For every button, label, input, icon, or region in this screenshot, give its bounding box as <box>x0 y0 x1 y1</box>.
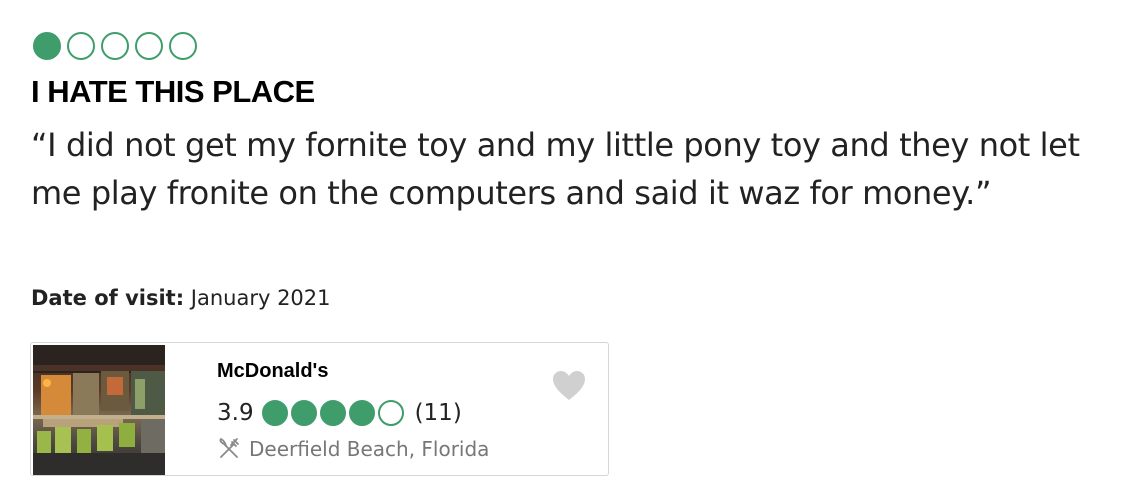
review-count-link[interactable]: (11) <box>415 400 462 426</box>
restaurant-photo[interactable] <box>33 345 165 475</box>
visit-date-label: Date of visit: <box>31 286 185 310</box>
heart-icon[interactable] <box>551 369 587 403</box>
rating-bubble-filled-icon <box>319 400 346 426</box>
place-rating-row: 3.9 (11) <box>217 397 462 429</box>
restaurant-photo-illustration <box>33 345 165 475</box>
cutlery-icon <box>219 437 239 458</box>
rating-bubble-empty-icon <box>377 400 404 426</box>
rating-bubble-filled-icon <box>261 400 288 426</box>
rating-bubble-empty-icon <box>101 32 129 60</box>
place-rating-value: 3.9 <box>217 400 254 426</box>
visit-date-value: January 2021 <box>190 286 331 310</box>
review-card: I HATE THIS PLACE “I did not get my forn… <box>0 0 1134 502</box>
rating-bubble-filled-icon <box>290 400 317 426</box>
rating-bubble-filled-icon <box>33 32 61 60</box>
review-rating-bubbles <box>33 30 203 62</box>
place-location[interactable]: Deerfield Beach, Florida <box>249 437 489 461</box>
place-location-row: Deerfield Beach, Florida <box>217 435 489 463</box>
visit-date: Date of visit: January 2021 <box>31 282 331 314</box>
rating-bubble-empty-icon <box>169 32 197 60</box>
rating-bubble-filled-icon <box>348 400 375 426</box>
review-title[interactable]: I HATE THIS PLACE <box>31 72 315 112</box>
review-body: “I did not get my fornite toy and my lit… <box>31 126 1080 212</box>
place-card[interactable]: McDonald's 3.9 (11) Deerfield Beach, Flo… <box>30 342 609 476</box>
rating-bubble-empty-icon <box>67 32 95 60</box>
place-name[interactable]: McDonald's <box>217 357 328 385</box>
rating-bubble-empty-icon <box>135 32 163 60</box>
